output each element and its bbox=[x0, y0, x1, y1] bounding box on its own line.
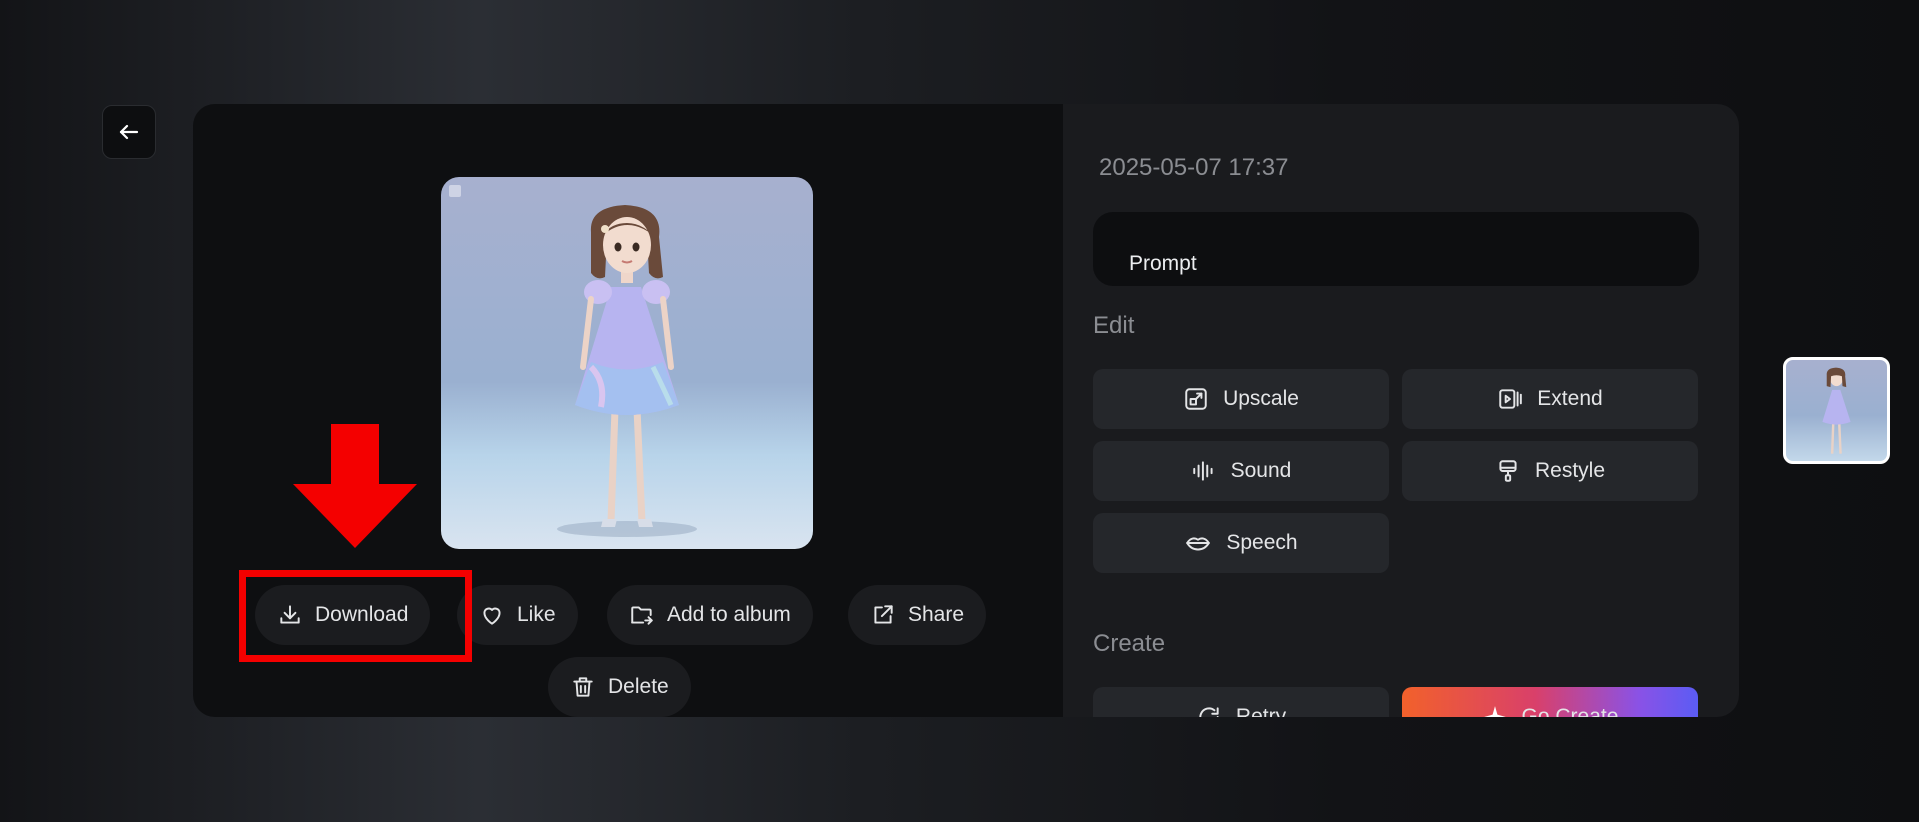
prompt-label: Prompt bbox=[1129, 252, 1197, 275]
prompt-box[interactable]: Prompt bbox=[1093, 212, 1699, 286]
waveform-icon bbox=[1192, 461, 1213, 481]
delete-button[interactable]: Delete bbox=[548, 657, 691, 717]
create-section-label: Create bbox=[1093, 630, 1166, 657]
share-button[interactable]: Share bbox=[848, 585, 987, 645]
upscale-button[interactable]: Upscale bbox=[1093, 369, 1389, 429]
side-thumbnail[interactable] bbox=[1783, 357, 1890, 464]
annotation-arrow-icon bbox=[293, 424, 417, 548]
image-badge-icon bbox=[449, 185, 461, 197]
add-to-album-label: Add to album bbox=[667, 603, 791, 626]
sound-label: Sound bbox=[1230, 459, 1292, 482]
back-button[interactable] bbox=[102, 105, 156, 159]
upscale-icon bbox=[1185, 388, 1207, 410]
restyle-label: Restyle bbox=[1534, 459, 1606, 482]
go-create-label: Go Create bbox=[1521, 705, 1619, 717]
extend-label: Extend bbox=[1537, 387, 1603, 410]
arrow-left-icon bbox=[119, 124, 139, 140]
character-illustration bbox=[557, 205, 697, 537]
like-label: Like bbox=[517, 603, 556, 626]
extend-icon bbox=[1499, 389, 1523, 409]
details-panel: 2025-05-07 17:37 Prompt Edit Upscale Ext… bbox=[1063, 104, 1739, 717]
add-to-album-button[interactable]: Add to album bbox=[607, 585, 813, 645]
retry-button[interactable]: Retry bbox=[1093, 687, 1389, 717]
brush-icon bbox=[1499, 460, 1517, 482]
share-label: Share bbox=[908, 603, 965, 626]
creation-timestamp: 2025-05-07 17:37 bbox=[1099, 154, 1289, 181]
upscale-label: Upscale bbox=[1223, 387, 1299, 410]
restyle-button[interactable]: Restyle bbox=[1402, 441, 1698, 501]
folder-add-icon bbox=[631, 606, 653, 625]
trash-icon bbox=[573, 677, 593, 697]
speech-button[interactable]: Speech bbox=[1093, 513, 1389, 573]
edit-section-label: Edit bbox=[1093, 312, 1135, 339]
retry-label: Retry bbox=[1235, 705, 1287, 717]
generated-image[interactable] bbox=[441, 177, 813, 549]
thumbnail-illustration bbox=[1822, 367, 1851, 454]
lips-icon bbox=[1186, 537, 1211, 551]
heart-icon bbox=[483, 607, 501, 625]
external-link-icon bbox=[874, 605, 893, 624]
extend-button[interactable]: Extend bbox=[1402, 369, 1698, 429]
download-highlight-box bbox=[239, 570, 472, 662]
refresh-icon bbox=[1199, 707, 1219, 717]
go-create-button[interactable]: Go Create bbox=[1402, 687, 1698, 717]
like-button[interactable]: Like bbox=[457, 585, 578, 645]
sound-button[interactable]: Sound bbox=[1093, 441, 1389, 501]
sparkle-icon bbox=[1483, 706, 1506, 717]
delete-label: Delete bbox=[608, 675, 669, 698]
speech-label: Speech bbox=[1226, 531, 1298, 554]
